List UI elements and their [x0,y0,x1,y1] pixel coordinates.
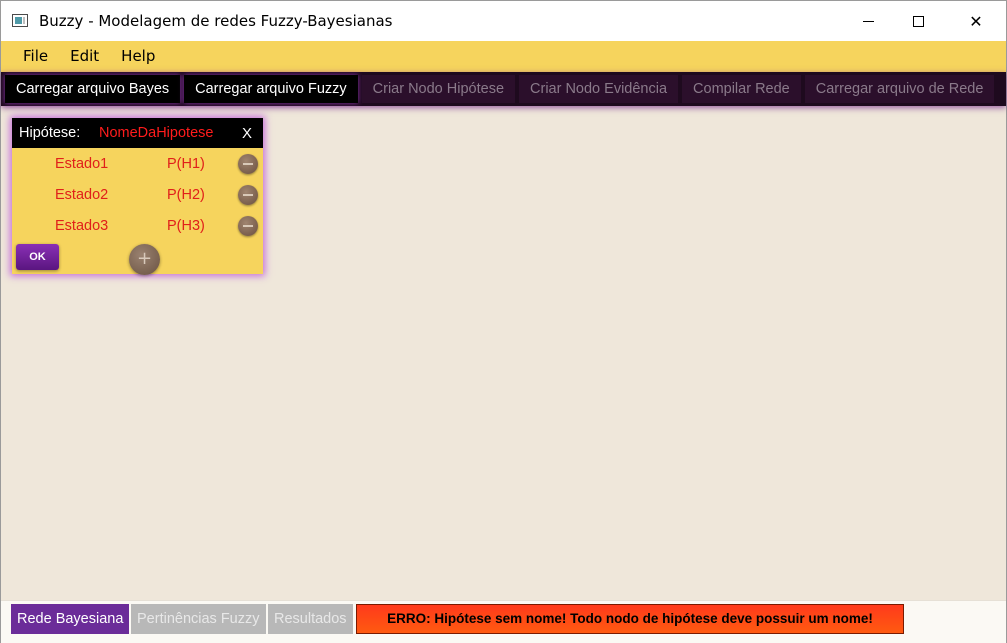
load-network-file-button[interactable]: Carregar arquivo de Rede [804,75,995,103]
hypothesis-name-field[interactable]: NomeDaHipotese [99,125,213,141]
hypothesis-node-panel: Hipótese: NomeDaHipotese X Estado1 P(H1)… [12,118,263,275]
hypothesis-label: Hipótese: [19,125,81,141]
toolbar: Carregar arquivo Bayes Carregar arquivo … [1,72,1006,106]
app-icon [12,14,28,27]
menu-file[interactable]: File [12,41,59,72]
close-icon: ✕ [969,11,983,31]
maximize-button[interactable] [895,1,941,41]
state-probability-field[interactable]: P(H1) [167,156,205,172]
load-bayes-button[interactable]: Carregar arquivo Bayes [5,75,181,103]
state-name-field[interactable]: Estado1 [55,156,108,172]
status-bar: Rede Bayesiana Pertinências Fuzzy Result… [1,600,1006,643]
close-button[interactable]: ✕ [953,1,999,41]
app-window: Buzzy - Modelagem de redes Fuzzy-Bayesia… [0,0,1007,643]
hypothesis-header: Hipótese: NomeDaHipotese X [12,118,263,148]
minimize-icon [862,20,874,22]
error-message: ERRO: Hipótese sem nome! Todo nodo de hi… [356,604,904,634]
create-evidence-node-button[interactable]: Criar Nodo Evidência [519,75,679,103]
state-name-field[interactable]: Estado3 [55,218,108,234]
remove-state-button[interactable] [238,154,258,174]
state-probability-field[interactable]: P(H2) [167,187,205,203]
menu-edit[interactable]: Edit [59,41,110,72]
tab-results[interactable]: Resultados [268,604,353,634]
remove-state-button[interactable] [238,216,258,236]
state-row: Estado1 P(H1) [12,150,263,178]
state-probability-field[interactable]: P(H3) [167,218,205,234]
create-hypothesis-node-button[interactable]: Criar Nodo Hipótese [361,75,516,103]
add-state-button[interactable]: + [129,244,160,275]
menu-help[interactable]: Help [110,41,166,72]
menu-bar: File Edit Help [1,41,1006,72]
tab-fuzzy-memberships[interactable]: Pertinências Fuzzy [131,604,266,634]
remove-state-button[interactable] [238,185,258,205]
title-bar: Buzzy - Modelagem de redes Fuzzy-Bayesia… [1,1,1006,41]
window-title: Buzzy - Modelagem de redes Fuzzy-Bayesia… [39,12,393,30]
hypothesis-close-button[interactable]: X [242,125,252,142]
tab-bayesian-network[interactable]: Rede Bayesiana [11,604,130,634]
minimize-button[interactable] [845,1,891,41]
ok-button[interactable]: OK [16,244,59,270]
state-row: Estado2 P(H2) [12,181,263,209]
load-fuzzy-button[interactable]: Carregar arquivo Fuzzy [184,75,358,103]
compile-network-button[interactable]: Compilar Rede [682,75,801,103]
maximize-icon [912,15,924,27]
state-row: Estado3 P(H3) [12,212,263,240]
state-name-field[interactable]: Estado2 [55,187,108,203]
